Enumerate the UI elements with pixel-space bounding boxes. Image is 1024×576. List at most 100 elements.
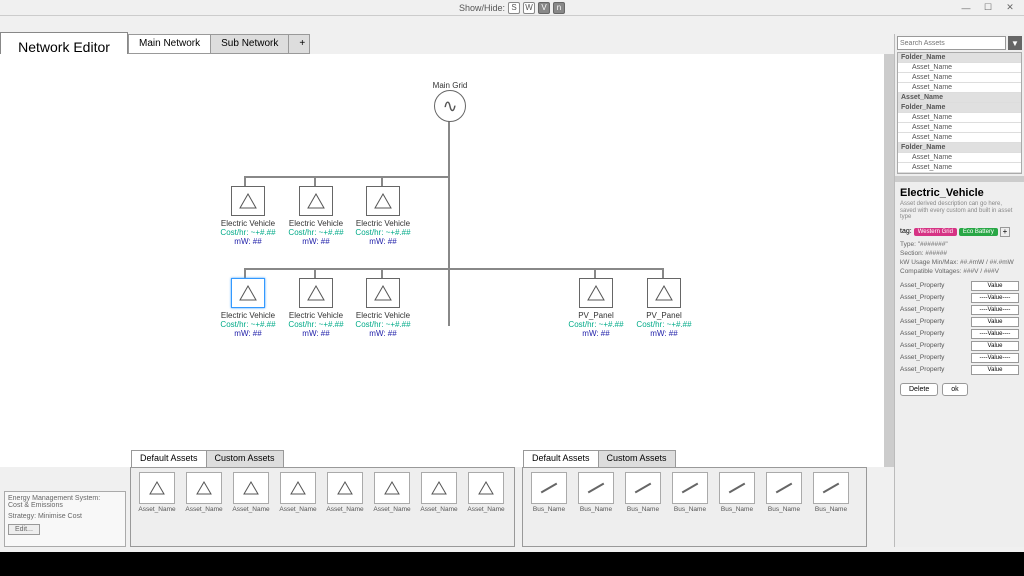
- minimize-button[interactable]: —: [956, 2, 976, 14]
- node-ev-selected[interactable]: Electric Vehicle Cost/hr: ~+#.## mW: ##: [218, 278, 278, 338]
- bus-icon: [719, 472, 755, 504]
- tree-folder[interactable]: Folder_Name: [898, 143, 1021, 153]
- wire: [244, 268, 246, 278]
- tray1-tab-default[interactable]: Default Assets: [131, 450, 207, 468]
- wire: [244, 176, 246, 186]
- tray-bus-item[interactable]: Bus_Name: [527, 472, 571, 524]
- tray-asset-item[interactable]: Asset_Name: [276, 472, 320, 524]
- wire: [244, 268, 664, 270]
- triangle-icon: [468, 472, 504, 504]
- filter-icon[interactable]: ▼: [1008, 36, 1022, 50]
- bus-icon: [672, 472, 708, 504]
- ems-edit-button[interactable]: Edit...: [8, 524, 40, 535]
- asset-tray-2: Default Assets Custom Assets Bus_NameBus…: [522, 467, 867, 547]
- node-ev[interactable]: Electric Vehicle Cost/hr: ~+#.## mW: ##: [218, 186, 278, 246]
- property-row: Asset_Property----Value----: [900, 293, 1019, 303]
- property-value-input[interactable]: ----Value----: [971, 329, 1019, 339]
- tab-sub-network[interactable]: Sub Network: [210, 34, 289, 54]
- tree-asset[interactable]: Asset_Name: [898, 73, 1021, 83]
- node-ev[interactable]: Electric Vehicle Cost/hr: ~+#.## mW: ##: [353, 278, 413, 338]
- tray-asset-item[interactable]: Asset_Name: [135, 472, 179, 524]
- property-value-input[interactable]: Value: [971, 317, 1019, 327]
- bus-icon: [813, 472, 849, 504]
- bus-icon: [578, 472, 614, 504]
- toggle-key-s[interactable]: S: [508, 2, 520, 14]
- node-pv[interactable]: PV_Panel Cost/hr: ~+#.## mW: ##: [566, 278, 626, 338]
- tray-asset-item[interactable]: Asset_Name: [464, 472, 508, 524]
- tray-asset-item[interactable]: Asset_Name: [182, 472, 226, 524]
- tray-asset-item[interactable]: Asset_Name: [229, 472, 273, 524]
- triangle-icon: [374, 472, 410, 504]
- panel-divider[interactable]: [895, 176, 1024, 182]
- tree-folder[interactable]: Folder_Name: [898, 53, 1021, 63]
- asset-search-input[interactable]: [897, 36, 1006, 50]
- wire: [314, 268, 316, 278]
- wire: [381, 176, 383, 186]
- tree-asset[interactable]: Asset_Name: [898, 163, 1021, 173]
- tray-bus-item[interactable]: Bus_Name: [715, 472, 759, 524]
- close-button[interactable]: ✕: [1000, 2, 1020, 14]
- property-value-input[interactable]: ----Value----: [971, 305, 1019, 315]
- triangle-icon: [327, 472, 363, 504]
- tab-add[interactable]: +: [288, 34, 310, 54]
- tree-asset[interactable]: Asset_Name: [898, 113, 1021, 123]
- property-value-input[interactable]: ----Value----: [971, 353, 1019, 363]
- tray-asset-item[interactable]: Asset_Name: [417, 472, 461, 524]
- tray1-tab-custom[interactable]: Custom Assets: [206, 450, 284, 468]
- tray-bus-item[interactable]: Bus_Name: [574, 472, 618, 524]
- canvas-scrollbar-vertical[interactable]: [884, 54, 894, 467]
- tree-asset[interactable]: Asset_Name: [898, 63, 1021, 73]
- tray-bus-item[interactable]: Bus_Name: [668, 472, 712, 524]
- node-pv[interactable]: PV_Panel Cost/hr: ~+#.## mW: ##: [634, 278, 694, 338]
- asset-tray-1: Default Assets Custom Assets Asset_NameA…: [130, 467, 515, 547]
- node-ev[interactable]: Electric Vehicle Cost/hr: ~+#.## mW: ##: [353, 186, 413, 246]
- asset-title: Electric_Vehicle: [900, 187, 1019, 199]
- node-ev[interactable]: Electric Vehicle Cost/hr: ~+#.## mW: ##: [286, 186, 346, 246]
- triangle-icon: [421, 472, 457, 504]
- tree-folder[interactable]: Asset_Name: [898, 93, 1021, 103]
- triangle-icon: [139, 472, 175, 504]
- ok-button[interactable]: ok: [942, 383, 967, 396]
- tag-eco-battery[interactable]: Eco Battery: [959, 228, 998, 236]
- triangle-icon: [186, 472, 222, 504]
- tray2-tab-default[interactable]: Default Assets: [523, 450, 599, 468]
- toggle-key-n[interactable]: n: [553, 2, 565, 14]
- tray-bus-item[interactable]: Bus_Name: [621, 472, 665, 524]
- tag-western-grid[interactable]: Western Grid: [914, 228, 957, 236]
- grid-icon: ∿: [434, 90, 466, 122]
- tree-asset[interactable]: Asset_Name: [898, 153, 1021, 163]
- tray2-tab-custom[interactable]: Custom Assets: [598, 450, 676, 468]
- node-ev[interactable]: Electric Vehicle Cost/hr: ~+#.## mW: ##: [286, 278, 346, 338]
- tree-folder[interactable]: Folder_Name: [898, 103, 1021, 113]
- property-value-input[interactable]: Value: [971, 341, 1019, 351]
- tree-asset[interactable]: Asset_Name: [898, 133, 1021, 143]
- tab-main-network[interactable]: Main Network: [128, 34, 211, 54]
- tray-asset-item[interactable]: Asset_Name: [323, 472, 367, 524]
- asset-tree[interactable]: Folder_NameAsset_NameAsset_NameAsset_Nam…: [897, 52, 1022, 174]
- maximize-button[interactable]: ☐: [978, 2, 998, 14]
- toggle-key-v[interactable]: V: [538, 2, 550, 14]
- toggle-key-w[interactable]: W: [523, 2, 535, 14]
- property-value-input[interactable]: Value: [971, 281, 1019, 291]
- asset-description: Asset derived description can go here, s…: [900, 201, 1019, 221]
- asset-details: Electric_Vehicle Asset derived descripti…: [895, 184, 1024, 547]
- ems-title: Energy Management System:: [8, 495, 122, 502]
- tray-bus-item[interactable]: Bus_Name: [809, 472, 853, 524]
- delete-button[interactable]: Delete: [900, 383, 938, 396]
- property-row: Asset_PropertyValue: [900, 365, 1019, 375]
- tray-bus-item[interactable]: Bus_Name: [762, 472, 806, 524]
- property-row: Asset_Property----Value----: [900, 305, 1019, 315]
- add-tag-button[interactable]: +: [1000, 227, 1010, 237]
- wire: [662, 268, 664, 278]
- show-hide-label: Show/Hide:: [459, 3, 505, 13]
- tray-asset-item[interactable]: Asset_Name: [370, 472, 414, 524]
- tree-asset[interactable]: Asset_Name: [898, 83, 1021, 93]
- node-main-grid[interactable]: Main Grid ∿: [420, 78, 480, 122]
- property-value-input[interactable]: Value: [971, 365, 1019, 375]
- wire: [448, 116, 450, 326]
- network-canvas[interactable]: Main Grid ∿ Electric Vehicle Cost/hr: ~+…: [0, 54, 888, 467]
- property-value-input[interactable]: ----Value----: [971, 293, 1019, 303]
- property-row: Asset_Property----Value----: [900, 329, 1019, 339]
- titlebar: Show/Hide: S W V n — ☐ ✕: [0, 0, 1024, 16]
- tree-asset[interactable]: Asset_Name: [898, 123, 1021, 133]
